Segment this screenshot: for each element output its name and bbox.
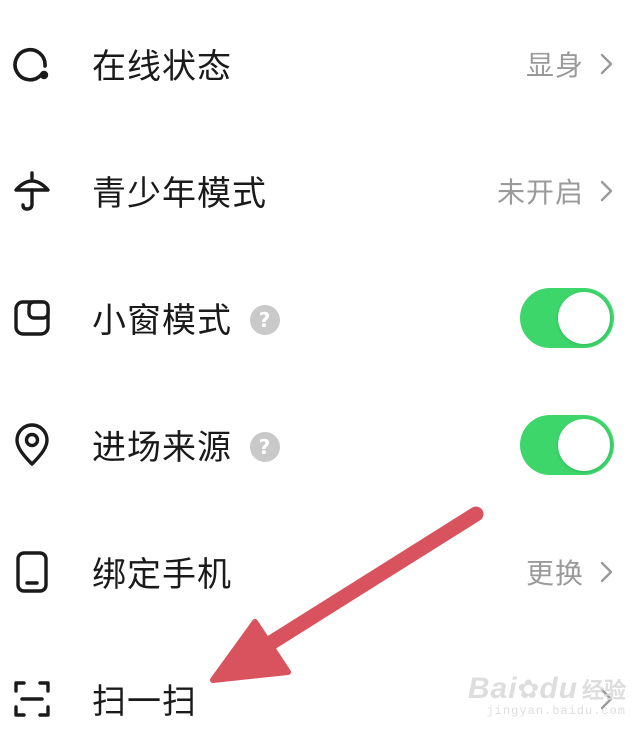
row-label: 绑定手机 <box>92 555 232 595</box>
umbrella-icon <box>10 169 54 213</box>
youth-mode-value-group[interactable]: 未开启 <box>497 171 614 211</box>
chevron-right-icon <box>600 561 613 582</box>
chevron-right-icon <box>600 53 613 74</box>
watermark-jingyan: 经验 <box>581 679 626 704</box>
settings-screen: 在线状态 显身 青少年模式 未开启 小窗模式 ? 进场来源 ? 绑定手机 更换 … <box>0 0 644 732</box>
row-label: 青少年模式 <box>92 174 267 214</box>
settings-row-mini-window: 小窗模式? <box>0 254 644 381</box>
row-label: 在线状态 <box>92 47 232 87</box>
mini-window-icon <box>10 296 54 340</box>
settings-row-youth-mode[interactable]: 青少年模式 未开启 <box>0 127 644 254</box>
settings-row-bind-phone[interactable]: 绑定手机 更换 <box>0 508 644 635</box>
phone-icon <box>10 550 54 594</box>
entry-source-toggle[interactable] <box>520 414 614 475</box>
toggle-knob <box>558 291 610 344</box>
row-value: 显身 <box>525 48 584 82</box>
watermark-brand: Bai <box>467 672 518 705</box>
row-value: 未开启 <box>496 175 584 209</box>
watermark-url: jingyan.baidu.com <box>486 704 626 718</box>
bind-phone-value-group[interactable]: 更换 <box>526 552 614 592</box>
baidu-jingyan-watermark: Bai✿du 经验 jingyan.baidu.com <box>468 672 626 718</box>
location-pin-icon <box>10 422 54 467</box>
chevron-right-icon <box>600 180 613 201</box>
row-label-text: 小窗模式 <box>92 301 232 341</box>
online-status-icon <box>10 42 54 86</box>
settings-row-entry-source: 进场来源? <box>0 381 644 508</box>
help-icon[interactable]: ? <box>250 304 280 335</box>
toggle-knob <box>558 418 610 471</box>
row-label-text: 进场来源 <box>92 428 232 468</box>
mini-window-toggle[interactable] <box>520 287 614 348</box>
settings-row-online-status[interactable]: 在线状态 显身 <box>0 0 644 127</box>
help-icon[interactable]: ? <box>250 431 280 462</box>
row-label: 小窗模式? <box>92 293 280 342</box>
online-status-value-group[interactable]: 显身 <box>526 44 614 84</box>
row-label: 扫一扫 <box>92 682 197 722</box>
row-value: 更换 <box>525 556 584 590</box>
row-label: 进场来源? <box>92 420 280 469</box>
paw-icon: ✿ <box>517 675 540 705</box>
watermark-brand-2: du <box>539 672 578 705</box>
scan-icon <box>10 677 54 721</box>
